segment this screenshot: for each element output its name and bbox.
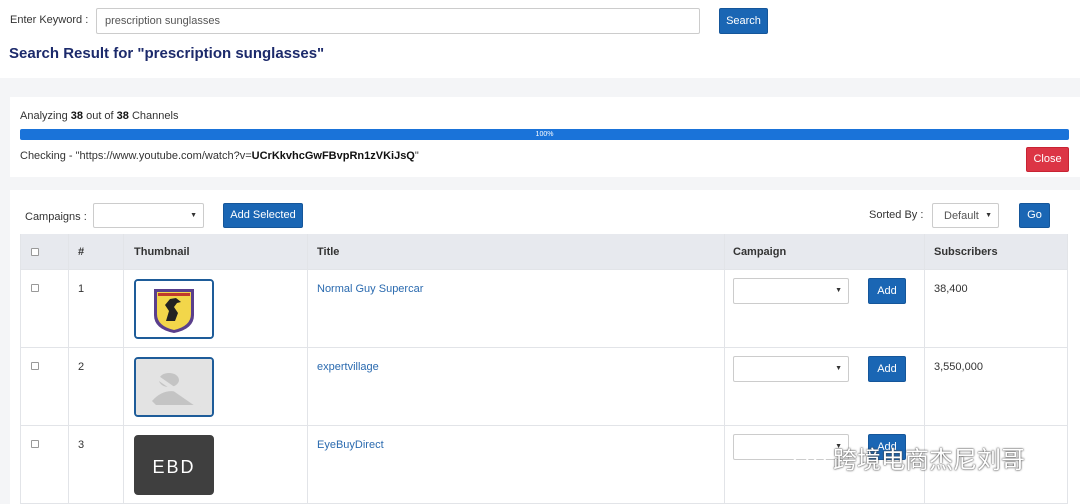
row-number: 3 — [69, 426, 124, 503]
channel-title-link[interactable]: expertvillage — [317, 361, 379, 373]
thumbnail-cell — [124, 270, 308, 347]
thumbnail-cell — [124, 348, 308, 425]
title-cell: EyeBuyDirect — [308, 426, 725, 503]
row-add-button[interactable]: Add — [868, 356, 906, 382]
thumbnail-cell: EBD — [124, 426, 308, 503]
go-button[interactable]: Go — [1019, 203, 1050, 228]
header-thumbnail: Thumbnail — [124, 234, 308, 269]
row-checkbox-cell — [20, 270, 69, 347]
channel-title-link[interactable]: Normal Guy Supercar — [317, 283, 423, 295]
channel-thumbnail[interactable] — [134, 279, 214, 339]
channel-thumbnail[interactable]: EBD — [134, 435, 214, 495]
subscribers-cell: 38,400 — [925, 270, 1068, 347]
default-avatar-icon — [136, 359, 212, 415]
wechat-icon — [793, 445, 826, 469]
header-number: # — [69, 234, 124, 269]
channel-title-link[interactable]: EyeBuyDirect — [317, 439, 384, 451]
progress-panel: Analyzing 38 out of 38 Channels 100% Che… — [10, 97, 1080, 177]
progress-bar: 100% — [20, 129, 1069, 140]
row-checkbox[interactable] — [31, 284, 39, 292]
row-number: 2 — [69, 348, 124, 425]
row-add-button[interactable]: Add — [868, 278, 906, 304]
checking-prefix: Checking - "https://www.youtube.com/watc… — [20, 150, 252, 162]
keyword-input[interactable] — [96, 8, 700, 34]
checking-suffix: " — [414, 150, 419, 162]
search-button[interactable]: Search — [719, 8, 768, 34]
row-checkbox[interactable] — [31, 362, 39, 370]
checking-status: Checking - "https://www.youtube.com/watc… — [20, 150, 419, 162]
row-number: 1 — [69, 270, 124, 347]
analyzed-count: 38 — [70, 110, 84, 122]
chevron-down-icon: ▼ — [190, 212, 197, 219]
header-subscribers[interactable]: Subscribers — [925, 234, 1068, 269]
row-checkbox[interactable] — [31, 440, 39, 448]
subscribers-cell: 3,550,000 — [925, 348, 1068, 425]
row-checkbox-cell — [20, 348, 69, 425]
analyzing-status: Analyzing 38 out of 38 Channels — [20, 110, 178, 122]
sorted-by-label: Sorted By : — [869, 209, 924, 221]
close-button[interactable]: Close — [1026, 147, 1069, 172]
chevron-down-icon: ▼ — [835, 365, 842, 372]
select-all-checkbox[interactable] — [31, 248, 39, 256]
campaign-cell: ▼ Add — [725, 270, 925, 347]
chevron-down-icon: ▼ — [985, 212, 992, 219]
channels-text: Channels — [131, 110, 179, 122]
row-checkbox-cell — [20, 426, 69, 503]
row-campaign-select[interactable]: ▼ — [733, 278, 849, 304]
out-of-text: out of — [86, 110, 114, 122]
chevron-down-icon: ▼ — [835, 287, 842, 294]
table-row: 1 Normal Guy Supercar ▼ Add 38,400 — [20, 270, 1068, 348]
add-selected-button[interactable]: Add Selected — [223, 203, 303, 228]
title-cell: expertvillage — [308, 348, 725, 425]
channel-thumbnail[interactable] — [134, 357, 214, 417]
prancing-horse-logo-icon — [136, 281, 212, 337]
watermark: 跨境电商杰尼刘哥 — [793, 440, 1025, 475]
analyzing-prefix: Analyzing — [20, 110, 68, 122]
watermark-text: 跨境电商杰尼刘哥 — [833, 446, 1025, 474]
campaigns-select[interactable]: ▼ — [93, 203, 204, 228]
total-count: 38 — [116, 110, 129, 122]
ebd-logo-icon: EBD — [136, 437, 212, 493]
title-cell: Normal Guy Supercar — [308, 270, 725, 347]
ebd-logo-text: EBD — [152, 457, 195, 477]
checking-video-id: UCrKkvhcGwFBvpRn1zVKiJsQ — [251, 150, 415, 162]
keyword-label: Enter Keyword : — [10, 14, 89, 26]
header-checkbox-cell — [20, 234, 69, 269]
sort-select[interactable]: Default ▼ — [932, 203, 999, 228]
campaign-cell: ▼ Add — [725, 348, 925, 425]
sort-select-value: Default — [944, 210, 979, 222]
header-campaign: Campaign — [725, 234, 925, 269]
search-result-title: Search Result for "prescription sunglass… — [9, 45, 325, 62]
row-campaign-select[interactable]: ▼ — [733, 356, 849, 382]
table-header-row: # Thumbnail Title Campaign Subscribers — [20, 234, 1068, 270]
progress-bar-fill: 100% — [20, 129, 1069, 140]
table-row: 2 expertvillage ▼ Add 3,550,000 — [20, 348, 1068, 426]
search-bar: Enter Keyword : Search Search Result for… — [0, 0, 1080, 78]
header-title[interactable]: Title — [308, 234, 725, 269]
campaigns-label: Campaigns : — [25, 211, 87, 223]
